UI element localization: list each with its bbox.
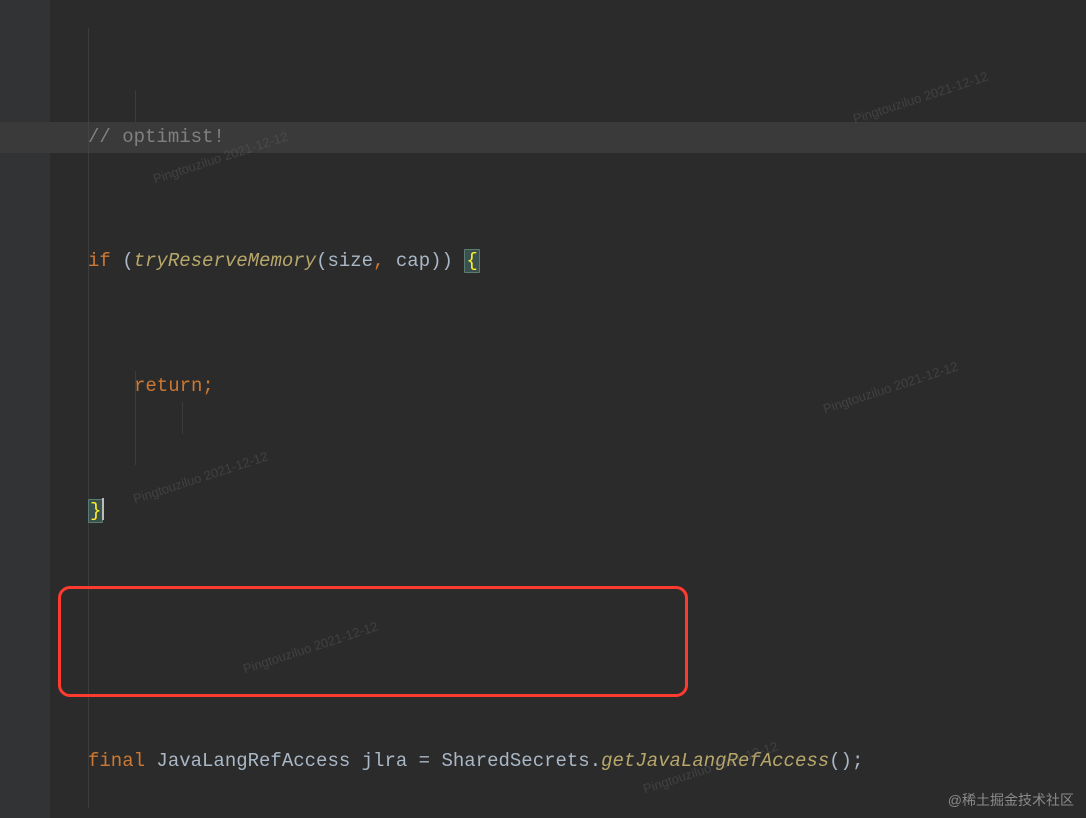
text: ( <box>111 250 134 272</box>
operator: = <box>419 750 430 772</box>
code-line: } <box>50 496 1086 527</box>
code-area[interactable]: // optimist! if (tryReserveMemory(size, … <box>50 28 1086 818</box>
text-cursor <box>102 498 104 520</box>
matched-brace-open: { <box>464 249 479 273</box>
code-line-empty <box>50 621 1086 652</box>
comma: , <box>373 250 384 272</box>
method-call: getJavaLangRefAccess <box>601 750 829 772</box>
text: (size <box>316 250 373 272</box>
code-line: if (tryReserveMemory(size, cap)) { <box>50 246 1086 277</box>
code-line: return; <box>50 371 1086 402</box>
text: (); <box>829 750 863 772</box>
code-line: final JavaLangRefAccess jlra = SharedSec… <box>50 746 1086 777</box>
keyword-return: return <box>134 375 202 397</box>
gutter-current-line <box>0 122 50 153</box>
matched-brace-close: } <box>88 499 103 523</box>
semicolon: ; <box>202 375 213 397</box>
code-editor[interactable]: // optimist! if (tryReserveMemory(size, … <box>0 0 1086 818</box>
text: SharedSecrets. <box>430 750 601 772</box>
text: JavaLangRefAccess jlra <box>145 750 419 772</box>
comment: // optimist! <box>88 126 225 148</box>
keyword-final: final <box>88 750 145 772</box>
keyword-if: if <box>88 250 111 272</box>
method-call: tryReserveMemory <box>134 250 316 272</box>
code-line: // optimist! <box>50 122 1086 153</box>
attribution-text: @稀土掘金技术社区 <box>948 790 1074 810</box>
text: cap)) <box>384 250 464 272</box>
